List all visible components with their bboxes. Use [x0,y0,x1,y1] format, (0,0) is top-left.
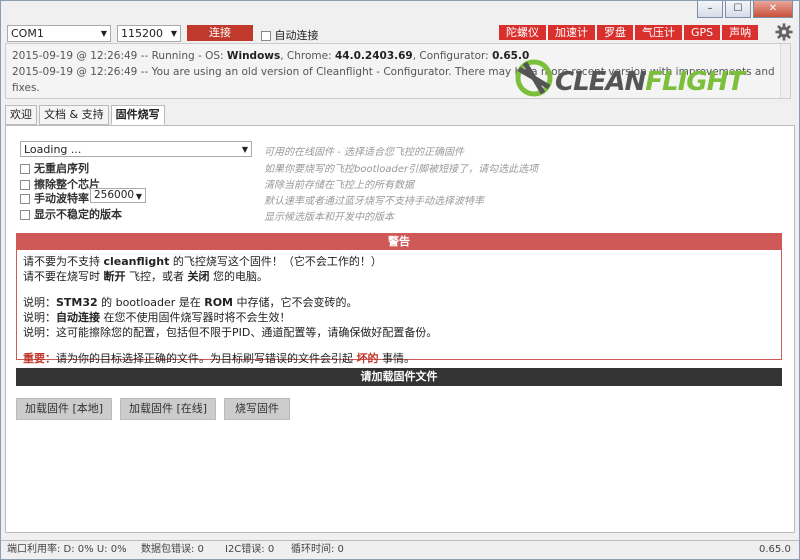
logo-mark-icon [515,59,553,97]
warning-text: 请不要为不支持 [23,255,104,268]
chevron-down-icon: ▼ [135,192,142,201]
warning-text: 断开 [103,270,126,283]
note-line: 说明：这可能擦除您的配置，包括但不限于PID、通道配置等，请确保做好配置备份。 [23,326,438,339]
sensor-gyro: 陀螺仪 [499,25,546,40]
note-text: 说明： [23,311,56,324]
warning-box: 请不要为不支持 cleanflight 的飞控烧写这个固件！（它不会工作的！） … [16,250,782,365]
tab-docs-support[interactable]: 文档 & 支持 [39,105,109,125]
option-no-reboot[interactable]: 无重启序列 [20,160,89,176]
manual-baud-select[interactable]: 256000 ▼ [90,188,146,203]
status-packet-error: 数据包错误: 0 [141,544,204,555]
baud-value: 115200 [121,27,163,40]
warning-text: cleanflight [103,255,170,268]
option-desc: 默认速率或者通过蓝牙烧写不支持手动选择波特率 [264,196,484,207]
sensor-baro: 气压计 [635,25,682,40]
sensor-sonar: 声呐 [722,25,759,40]
firmware-flasher-panel: Loading ... ▼ 可用的在线固件 - 选择适合您飞控的正确固件 无重启… [5,125,795,533]
logo-part-flight: FLIGHT [645,67,745,97]
warning-line: 请不要为不支持 cleanflight 的飞控烧写这个固件！（它不会工作的！） [23,254,775,269]
option-desc: 如果你要烧写的飞控bootloader引脚被短接了，请勾选此选项 [264,164,539,175]
sensor-gps: GPS [684,25,721,40]
status-cycle-time: 循环时间: 0 [291,544,344,555]
warning-header: 警告 [16,233,782,250]
status-port-usage: 端口利用率: D: 0% U: 0% [7,544,127,555]
port-select[interactable]: COM1 ▼ [7,25,111,42]
log-text: , Configurator: [412,50,493,62]
chevron-down-icon: ▼ [170,29,177,38]
log-os: Windows [226,50,281,62]
important-text: 坏的 [356,352,379,365]
sensor-accel: 加速计 [548,25,595,40]
cleanflight-logo: CLEANFLIGHT [511,53,771,103]
option-show-unstable[interactable]: 显示不稳定的版本 [20,206,122,222]
load-local-button[interactable]: 加载固件 [本地] [16,398,112,420]
note-text: 中存储，它不会变砖的。 [233,296,358,309]
show-unstable-checkbox[interactable] [20,210,30,220]
option-label: 显示不稳定的版本 [34,208,122,221]
status-bar: 端口利用率: D: 0% U: 0% 数据包错误: 0 I2C错误: 0 循环时… [1,540,799,559]
note-text: 说明： [23,296,56,309]
option-manual-baud[interactable]: 手动波特率 [20,190,89,206]
auto-connect-label: 自动连接 [274,29,319,42]
baud-select[interactable]: 115200 ▼ [117,25,181,42]
erase-chip-checkbox[interactable] [20,180,30,190]
note-text: 在您不使用固件烧写器时将不会生效！ [100,311,291,324]
warning-text: 的飞控烧写这个固件！（它不会工作的！） [169,255,382,268]
log-scrollbar[interactable] [780,44,790,98]
important-text: 事情。 [378,352,415,365]
note-text: ROM [204,296,234,309]
status-i2c-error: I2C错误: 0 [225,544,275,555]
warning-line: 请不要在烧写时 断开 飞控，或者 关闭 您的电脑。 [23,269,775,284]
option-label: 无重启序列 [34,162,89,175]
window-controls: – ☐ ✕ [697,1,793,18]
load-firmware-header: 请加载固件文件 [16,368,782,386]
sensor-indicators: 陀螺仪 加速计 罗盘 气压计 GPS 声呐 [499,25,759,40]
option-desc: 显示候选版本和开发中的版本 [264,212,394,223]
note-line: 说明：STM32 的 bootloader 是在 ROM 中存储，它不会变砖的。 [23,295,775,310]
auto-connect-toggle[interactable]: 自动连接 [261,27,319,43]
warning-text: 关闭 [187,270,210,283]
connect-button[interactable]: 连接 [187,25,253,41]
firmware-select[interactable]: Loading ... ▼ [20,141,252,157]
tab-firmware-flasher[interactable]: 固件烧写 [110,105,165,125]
app-window: – ☐ ✕ COM1 ▼ 115200 ▼ 连接 自动连接 陀螺仪 加速计 罗盘… [0,0,800,560]
note-text: 自动连接 [56,311,100,324]
sensor-mag: 罗盘 [597,25,633,40]
gear-icon[interactable] [775,23,793,41]
close-button[interactable]: ✕ [753,1,793,18]
tab-bar: 欢迎 文档 & 支持 固件烧写 [5,105,165,125]
logo-text: CLEANFLIGHT [555,67,745,97]
log-chrome: 44.0.2403.69 [335,50,413,62]
maximize-button[interactable]: ☐ [725,1,751,18]
minimize-button[interactable]: – [697,1,723,18]
tab-welcome[interactable]: 欢迎 [5,105,37,125]
flash-firmware-button[interactable]: 烧写固件 [224,398,290,420]
log-text: , Chrome: [280,50,335,62]
warning-text: 您的电脑。 [209,270,268,283]
warning-text: 请不要在烧写时 [23,270,104,283]
option-desc: 清除当前存储在飞控上的所有数据 [264,180,414,191]
option-label: 手动波特率 [34,192,89,205]
warning-text: 飞控，或者 [125,270,188,283]
logo-part-clean: CLEAN [555,67,646,97]
important-text: 请为你的目标选择正确的文件。为目标刷写错误的文件会引起 [56,352,357,365]
no-reboot-checkbox[interactable] [20,164,30,174]
firmware-select-value: Loading ... [24,143,82,156]
important-line: 重要：请为你的目标选择正确的文件。为目标刷写错误的文件会引起 坏的 事情。 [23,351,775,366]
note-line: 说明：自动连接 在您不使用固件烧写器时将不会生效！ [23,310,775,325]
load-online-button[interactable]: 加载固件 [在线] [120,398,216,420]
log-text: 2015-09-19 @ 12:26:49 -- Running - OS: [12,50,227,62]
firmware-select-desc: 可用的在线固件 - 选择适合您飞控的正确固件 [264,147,464,158]
note-text: STM32 [56,296,98,309]
port-value: COM1 [11,27,44,40]
chevron-down-icon: ▼ [241,145,248,154]
auto-connect-checkbox[interactable] [261,31,271,41]
manual-baud-value: 256000 [94,189,135,201]
chevron-down-icon: ▼ [100,29,107,38]
manual-baud-checkbox[interactable] [20,194,30,204]
status-version: 0.65.0 [759,544,791,555]
important-label: 重要： [23,352,56,365]
note-text: 的 bootloader 是在 [97,296,205,309]
